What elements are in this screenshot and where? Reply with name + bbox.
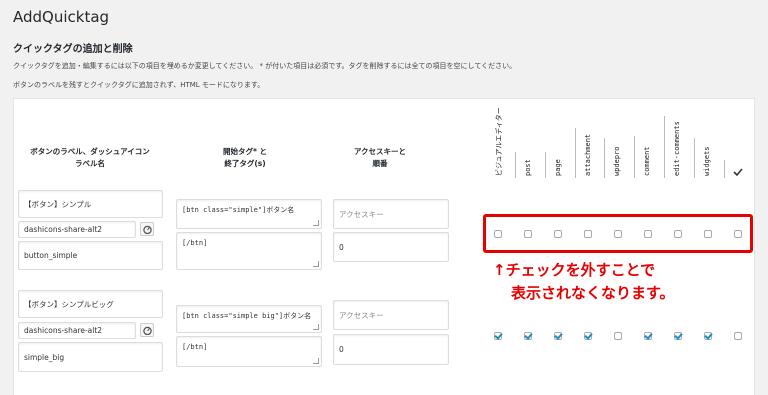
tag-column-header: 開始タグ* と 終了タグ(s)	[185, 146, 305, 170]
access-key-column-header: アクセスキーと 順番	[330, 146, 430, 170]
resize-handle-icon[interactable]	[313, 261, 319, 267]
column-divider	[694, 138, 695, 178]
column-divider	[664, 116, 665, 178]
resize-handle-icon[interactable]	[313, 324, 319, 330]
label-column-header-line1: ボタンのラベル、ダッシュアイコン	[30, 147, 150, 156]
end-tag-value: [/btn]	[182, 239, 208, 247]
column-header-wpdepro: wpdepro	[613, 146, 621, 176]
dashicon-picker-button[interactable]	[140, 323, 154, 337]
start-tag-value: [btn class="simple big"]ボタン名	[182, 312, 312, 320]
title-input[interactable]: simple_big	[18, 342, 163, 372]
row2-checkbox-visual-editor[interactable]	[494, 332, 502, 340]
row2-checkbox-comment[interactable]	[644, 332, 652, 340]
dashboard-icon	[142, 326, 152, 335]
resize-handle-icon[interactable]	[313, 220, 319, 226]
description-line-1: クイックタグを追加・編集するには以下の項目を埋めるか変更してください。 * が付…	[13, 62, 517, 70]
start-tag-textarea[interactable]: [btn class="simple"]ボタン名	[176, 199, 322, 229]
tag-column-header-line2: 終了タグ(s)	[224, 159, 266, 168]
label-column-header: ボタンのラベル、ダッシュアイコン ラベル名	[20, 146, 160, 170]
check-all-icon[interactable]	[733, 168, 743, 178]
column-divider	[724, 160, 725, 178]
end-tag-textarea[interactable]: [/btn]	[176, 232, 322, 270]
access-key-column-header-line2: 順番	[372, 159, 388, 168]
dashicon-input[interactable]: dashicons-share-alt2	[18, 221, 136, 238]
column-divider	[634, 136, 635, 178]
column-header-attachment: attachment	[584, 133, 592, 176]
annotation-line-2: 表示されなくなります。	[511, 284, 675, 302]
highlight-box	[483, 214, 753, 253]
column-header-edit-comments: edit-comments	[673, 121, 681, 176]
title-input[interactable]: button_simple	[18, 241, 163, 270]
column-header-comment: comment	[643, 146, 651, 176]
description-line-2: ボタンのラベルを残すとクイックタグに追加されず、HTML モードになります。	[13, 81, 265, 89]
order-input[interactable]: 0	[333, 232, 449, 262]
annotation-line-1: ↑チェックを外すことで	[493, 261, 656, 279]
button-label-input[interactable]: 【ボタン】シンプル	[18, 190, 163, 218]
column-header-post: post	[524, 159, 532, 176]
start-tag-textarea[interactable]: [btn class="simple big"]ボタン名	[176, 305, 322, 333]
access-key-column-header-line1: アクセスキーと	[353, 147, 407, 156]
end-tag-textarea[interactable]: [/btn]	[176, 336, 322, 367]
section-title: クイックタグの追加と削除	[13, 44, 133, 55]
row2-checkbox-wpdepro[interactable]	[614, 332, 622, 340]
access-key-input[interactable]: アクセスキー	[333, 300, 449, 330]
column-divider	[604, 138, 605, 178]
dashicon-picker-button[interactable]	[140, 222, 154, 236]
column-header-widgets: widgets	[703, 146, 711, 176]
page-title: AddQuicktag	[13, 8, 110, 26]
row2-checkbox-widgets[interactable]	[704, 332, 712, 340]
row2-checkbox-page[interactable]	[554, 332, 562, 340]
order-input[interactable]: 0	[333, 334, 449, 365]
start-tag-value: [btn class="simple"]ボタン名	[182, 206, 295, 214]
column-header-page: page	[554, 159, 562, 176]
access-key-input[interactable]: アクセスキー	[333, 199, 449, 229]
column-divider	[515, 152, 516, 178]
column-header-visual-editor: ビジュアルエディター	[495, 107, 503, 176]
button-label-input[interactable]: 【ボタン】シンプルビッグ	[18, 290, 163, 318]
row2-checkbox-post[interactable]	[524, 332, 532, 340]
row2-checkbox-attachment[interactable]	[584, 332, 592, 340]
row2-checkbox-select-all[interactable]	[734, 332, 742, 340]
column-divider	[545, 152, 546, 178]
end-tag-value: [/btn]	[182, 343, 208, 351]
dashicon-input[interactable]: dashicons-share-alt2	[18, 322, 136, 339]
dashboard-icon	[142, 225, 152, 234]
row2-checkbox-edit-comments[interactable]	[674, 332, 682, 340]
resize-handle-icon[interactable]	[313, 358, 319, 364]
label-column-header-line2: ラベル名	[75, 159, 105, 168]
column-divider	[575, 128, 576, 178]
tag-column-header-line1: 開始タグ* と	[222, 147, 268, 156]
